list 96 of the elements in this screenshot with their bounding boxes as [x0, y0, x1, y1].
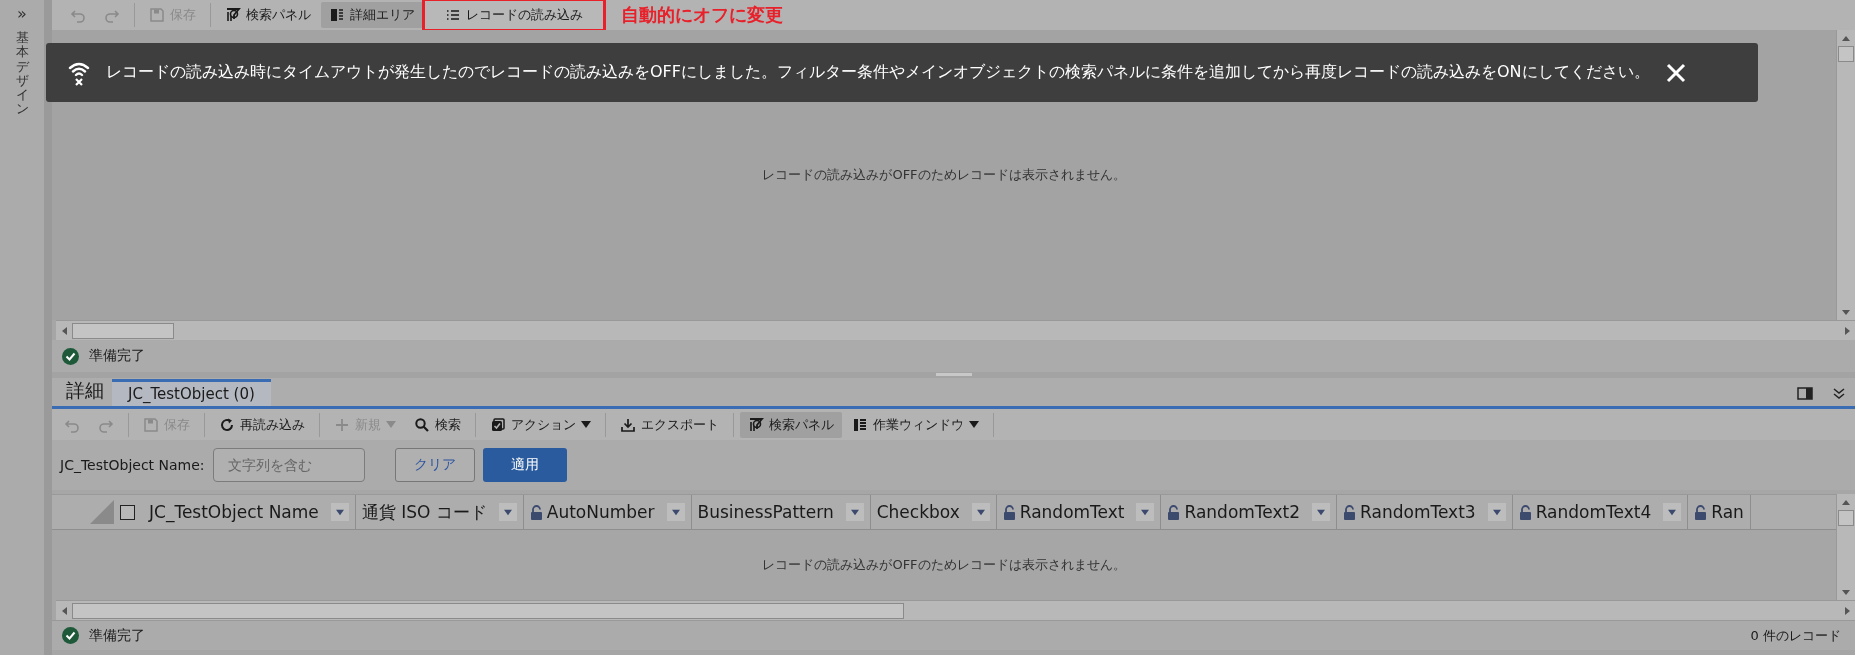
- checkbox-icon: [490, 416, 506, 433]
- toolbar-button[interactable]: レコードの読み込み: [425, 1, 603, 29]
- empty-message: レコードの読み込みがOFFのためレコードは表示されません。: [762, 166, 1126, 184]
- column-header[interactable]: AutoNumber: [523, 495, 692, 529]
- horizontal-scrollbar[interactable]: [56, 600, 1855, 620]
- horizontal-scrollbar[interactable]: [56, 320, 1855, 340]
- column-menu-button[interactable]: [1487, 503, 1506, 521]
- vertical-scrollbar[interactable]: [1836, 494, 1855, 600]
- search-panel-icon: [748, 416, 764, 433]
- expand-button[interactable]: »: [17, 4, 27, 23]
- caret-icon: [1141, 508, 1150, 516]
- notification-message: レコードの読み込み時にタイムアウトが発生したのでレコードの読み込みをOFFにしました。フィルター条件やメインオブジェクトの検索パネルに条件を追加してから再度レコードの読み込みをONにしてください。: [106, 62, 1650, 83]
- tab[interactable]: JC_TestObject (0): [112, 379, 271, 406]
- column-menu-button[interactable]: [666, 503, 685, 521]
- scroll-up-icon[interactable]: [1842, 499, 1850, 505]
- caret-icon: [1317, 508, 1326, 516]
- check-circle-icon: [62, 627, 79, 644]
- download-icon: [620, 416, 636, 433]
- scroll-down-icon[interactable]: [1842, 589, 1850, 595]
- column-header[interactable]: Ran: [1688, 495, 1751, 529]
- scroll-thumb[interactable]: [72, 602, 904, 619]
- redo-icon: [104, 7, 120, 23]
- select-all-checkbox[interactable]: [120, 504, 135, 520]
- column-menu-button[interactable]: [330, 503, 349, 521]
- search-icon: [414, 416, 430, 433]
- scroll-down-icon[interactable]: [1842, 309, 1850, 315]
- undo-icon: [70, 7, 86, 23]
- status-text: 準備完了: [89, 626, 145, 645]
- check-circle-icon: [62, 347, 79, 365]
- toolbar-button[interactable]: 検索パネル: [740, 411, 842, 438]
- column-header[interactable]: RandomText: [996, 495, 1162, 529]
- column-menu-button[interactable]: [971, 503, 990, 521]
- list-icon: [445, 7, 461, 23]
- lock-icon: [1694, 504, 1708, 520]
- caret-icon: [581, 421, 591, 428]
- column-menu-button[interactable]: [1136, 503, 1155, 521]
- toolbar-button[interactable]: エクスポート: [612, 411, 727, 438]
- caret-icon: [1668, 508, 1677, 516]
- column-menu-button[interactable]: [1663, 503, 1682, 521]
- filter-label: JC_TestObject Name:: [60, 457, 205, 473]
- column-header[interactable]: JC_TestObject Name: [143, 495, 356, 529]
- window-list-icon: [852, 416, 868, 433]
- empty-message: レコードの読み込みがOFFのためレコードは表示されません。: [762, 556, 1126, 574]
- caret-icon: [850, 508, 859, 516]
- scroll-thumb[interactable]: [1838, 46, 1854, 62]
- column-header[interactable]: RandomText2: [1161, 495, 1338, 529]
- reload-icon: [219, 416, 235, 433]
- apply-button[interactable]: 適用: [482, 448, 567, 482]
- scroll-left-icon[interactable]: [61, 606, 67, 615]
- lock-icon: [1343, 504, 1357, 520]
- panel-icon[interactable]: [1797, 387, 1813, 400]
- plus-icon: [334, 416, 350, 433]
- scroll-up-icon[interactable]: [1842, 35, 1850, 41]
- lock-icon: [529, 504, 543, 520]
- toolbar-button[interactable]: 詳細エリア: [321, 2, 423, 28]
- scroll-thumb[interactable]: [1838, 510, 1854, 526]
- lock-icon: [1167, 504, 1181, 520]
- record-count: 0 件のレコード: [1750, 626, 1842, 645]
- caret-icon: [976, 508, 985, 516]
- collapse-icon[interactable]: [1833, 388, 1845, 400]
- caret-icon: [335, 508, 344, 516]
- annotation-text: 自動的にオフに変更: [621, 3, 783, 27]
- close-icon[interactable]: [1665, 62, 1686, 83]
- toolbar-button[interactable]: アクション: [482, 411, 599, 438]
- scroll-right-icon[interactable]: [1844, 326, 1850, 335]
- vertical-scrollbar[interactable]: [1836, 30, 1855, 320]
- caret-icon: [386, 421, 396, 428]
- column-header[interactable]: RandomText3: [1337, 495, 1513, 529]
- lock-icon: [1518, 504, 1532, 520]
- column-header[interactable]: 通貨 ISO コード: [355, 495, 524, 529]
- search-panel-icon: [225, 7, 241, 23]
- toolbar-button[interactable]: 検索: [406, 411, 469, 438]
- detail-panel-icon: [329, 7, 345, 23]
- section-title: 詳細: [65, 378, 105, 403]
- column-header[interactable]: RandomText4: [1512, 495, 1689, 529]
- scroll-right-icon[interactable]: [1844, 606, 1850, 615]
- name-filter-field[interactable]: 文字列を含む: [212, 448, 365, 482]
- scroll-left-icon[interactable]: [61, 326, 67, 335]
- caret-icon: [1492, 508, 1501, 516]
- column-menu-button[interactable]: [845, 503, 864, 521]
- toolbar-button[interactable]: 再読み込み: [211, 411, 313, 438]
- sidebar-title[interactable]: 基本デザイン: [15, 31, 29, 117]
- column-header[interactable]: Checkbox: [870, 495, 997, 529]
- lock-icon: [1002, 504, 1016, 520]
- toolbar-button[interactable]: 検索パネル: [217, 2, 319, 28]
- caret-icon: [969, 421, 979, 428]
- caret-icon: [503, 508, 512, 516]
- status-text: 準備完了: [89, 347, 145, 365]
- save-icon: [143, 416, 159, 433]
- column-header[interactable]: BusinessPattern: [691, 495, 871, 529]
- column-menu-button[interactable]: [1312, 503, 1331, 521]
- caret-icon: [671, 508, 680, 516]
- save-icon: [149, 7, 165, 23]
- scroll-thumb[interactable]: [72, 322, 174, 339]
- toolbar-button[interactable]: 作業ウィンドウ: [844, 411, 987, 438]
- column-menu-button[interactable]: [498, 503, 517, 521]
